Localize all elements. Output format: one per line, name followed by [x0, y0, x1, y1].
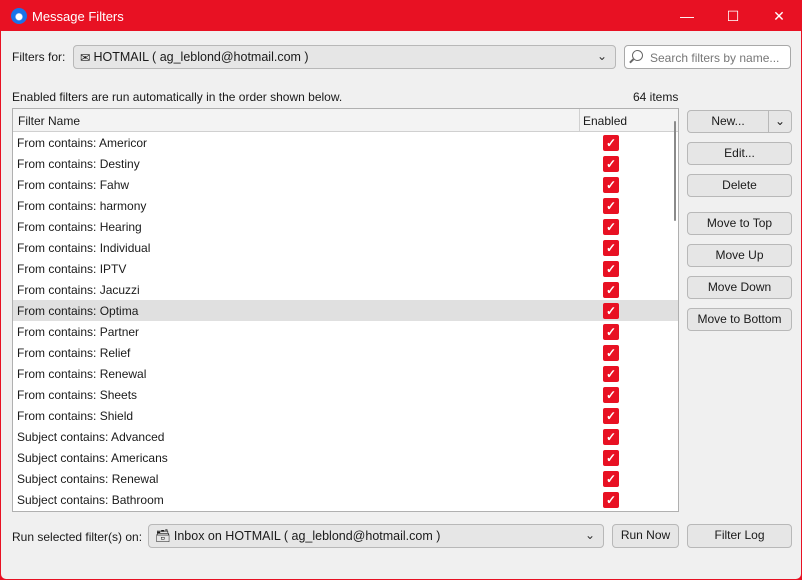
- window-title: Message Filters: [32, 9, 124, 24]
- filters-for-select[interactable]: ✉ HOTMAIL ( ag_leblond@hotmail.com ) ⌄: [73, 45, 616, 69]
- title-bar: Message Filters — ☐ ✕: [1, 1, 801, 31]
- column-header-enabled[interactable]: Enabled: [583, 114, 627, 128]
- inbox-icon: 🗃: [155, 528, 171, 543]
- filters-for-value: HOTMAIL ( ag_leblond@hotmail.com ): [93, 50, 309, 64]
- new-dropdown-button[interactable]: ⌄: [768, 110, 792, 133]
- filter-row[interactable]: From contains: harmony ✓: [13, 195, 678, 216]
- filter-name: From contains: Americor: [17, 136, 148, 150]
- filter-name: From contains: Relief: [17, 346, 131, 360]
- move-to-bottom-button[interactable]: Move to Bottom: [687, 308, 792, 331]
- enabled-checkbox[interactable]: ✓: [603, 345, 619, 361]
- filter-row[interactable]: Subject contains: Americans ✓: [13, 447, 678, 468]
- maximize-button[interactable]: ☐: [710, 1, 756, 31]
- enabled-checkbox[interactable]: ✓: [603, 135, 619, 151]
- close-button[interactable]: ✕: [756, 1, 802, 31]
- run-on-label: Run selected filter(s) on:: [12, 530, 143, 544]
- enabled-checkbox[interactable]: ✓: [603, 240, 619, 256]
- move-down-button[interactable]: Move Down: [687, 276, 792, 299]
- filter-name: From contains: IPTV: [17, 262, 127, 276]
- run-on-select[interactable]: 🗃 Inbox on HOTMAIL ( ag_leblond@hotmail.…: [148, 524, 604, 548]
- thunderbird-logo-icon: [11, 8, 27, 24]
- filter-name: Subject contains: Bathroom: [17, 493, 164, 507]
- filter-name: From contains: Hearing: [17, 220, 142, 234]
- enabled-checkbox[interactable]: ✓: [603, 177, 619, 193]
- filter-row[interactable]: From contains: Sheets ✓: [13, 384, 678, 405]
- column-header-name[interactable]: Filter Name: [18, 114, 80, 128]
- enabled-checkbox[interactable]: ✓: [603, 282, 619, 298]
- enabled-checkbox[interactable]: ✓: [603, 429, 619, 445]
- filter-name: From contains: Shield: [17, 409, 134, 423]
- filter-row[interactable]: From contains: Fahw ✓: [13, 174, 678, 195]
- filter-row[interactable]: From contains: Shield ✓: [13, 405, 678, 426]
- filter-row[interactable]: From contains: Individual ✓: [13, 237, 678, 258]
- filter-name: From contains: Partner: [17, 325, 140, 339]
- enabled-checkbox[interactable]: ✓: [603, 198, 619, 214]
- enabled-checkbox[interactable]: ✓: [603, 450, 619, 466]
- run-on-value: Inbox on HOTMAIL ( ag_leblond@hotmail.co…: [173, 529, 441, 543]
- filter-row[interactable]: Subject contains: Renewal ✓: [13, 468, 678, 489]
- filter-name: Subject contains: Americans: [17, 451, 168, 465]
- filter-row[interactable]: Subject contains: Advanced ✓: [13, 426, 678, 447]
- enabled-checkbox[interactable]: ✓: [603, 492, 619, 508]
- filter-name: Subject contains: Renewal: [17, 472, 159, 486]
- filter-log-button[interactable]: Filter Log: [687, 524, 792, 548]
- filter-row[interactable]: From contains: Relief ✓: [13, 342, 678, 363]
- filter-name: From contains: Optima: [17, 304, 139, 318]
- search-input[interactable]: Search filters by name...: [624, 45, 791, 69]
- list-header: Filter Name Enabled: [13, 109, 678, 132]
- scrollbar-thumb[interactable]: [674, 121, 676, 221]
- enabled-checkbox[interactable]: ✓: [603, 303, 619, 319]
- filter-row[interactable]: Subject contains: Bathroom ✓: [13, 489, 678, 510]
- new-button[interactable]: New...: [687, 110, 769, 133]
- filter-name: From contains: Jacuzzi: [17, 283, 140, 297]
- column-divider: [579, 109, 580, 132]
- filter-list[interactable]: Filter Name Enabled From contains: Ameri…: [12, 108, 679, 512]
- filters-for-label: Filters for:: [12, 50, 66, 64]
- filter-row[interactable]: From contains: Partner ✓: [13, 321, 678, 342]
- enabled-checkbox[interactable]: ✓: [603, 156, 619, 172]
- search-placeholder: Search filters by name...: [650, 51, 780, 65]
- minimize-button[interactable]: —: [664, 1, 710, 31]
- filter-row[interactable]: From contains: Hearing ✓: [13, 216, 678, 237]
- enabled-checkbox[interactable]: ✓: [603, 366, 619, 382]
- filter-row[interactable]: From contains: IPTV ✓: [13, 258, 678, 279]
- delete-button[interactable]: Delete: [687, 174, 792, 197]
- info-text: Enabled filters are run automatically in…: [12, 90, 343, 104]
- enabled-checkbox[interactable]: ✓: [603, 219, 619, 235]
- filter-row[interactable]: From contains: Americor ✓: [13, 132, 678, 153]
- filter-name: From contains: Renewal: [17, 367, 147, 381]
- filter-name: Subject contains: Advanced: [17, 430, 165, 444]
- filter-row[interactable]: From contains: Jacuzzi ✓: [13, 279, 678, 300]
- chevron-down-icon: ⌄: [774, 114, 786, 128]
- filter-row[interactable]: From contains: Optima ✓: [13, 300, 678, 321]
- filter-row[interactable]: From contains: Destiny ✓: [13, 153, 678, 174]
- enabled-checkbox[interactable]: ✓: [603, 471, 619, 487]
- enabled-checkbox[interactable]: ✓: [603, 408, 619, 424]
- mail-account-icon: ✉: [80, 50, 91, 65]
- move-to-top-button[interactable]: Move to Top: [687, 212, 792, 235]
- enabled-checkbox[interactable]: ✓: [603, 387, 619, 403]
- filter-name: From contains: Individual: [17, 241, 151, 255]
- search-icon: [632, 50, 643, 61]
- edit-button[interactable]: Edit...: [687, 142, 792, 165]
- enabled-checkbox[interactable]: ✓: [603, 261, 619, 277]
- chevron-down-icon: ⌄: [584, 528, 595, 542]
- run-now-button[interactable]: Run Now: [612, 524, 679, 548]
- filter-name: From contains: Destiny: [17, 157, 140, 171]
- chevron-down-icon: ⌄: [596, 49, 607, 63]
- filter-name: From contains: Fahw: [17, 178, 130, 192]
- move-up-button[interactable]: Move Up: [687, 244, 792, 267]
- message-filters-window: Message Filters — ☐ ✕ Filters for: ✉ HOT…: [0, 0, 802, 580]
- item-count: 64 items: [633, 90, 679, 104]
- filter-row[interactable]: From contains: Renewal ✓: [13, 363, 678, 384]
- filter-name: From contains: harmony: [17, 199, 147, 213]
- enabled-checkbox[interactable]: ✓: [603, 324, 619, 340]
- filter-name: From contains: Sheets: [17, 388, 138, 402]
